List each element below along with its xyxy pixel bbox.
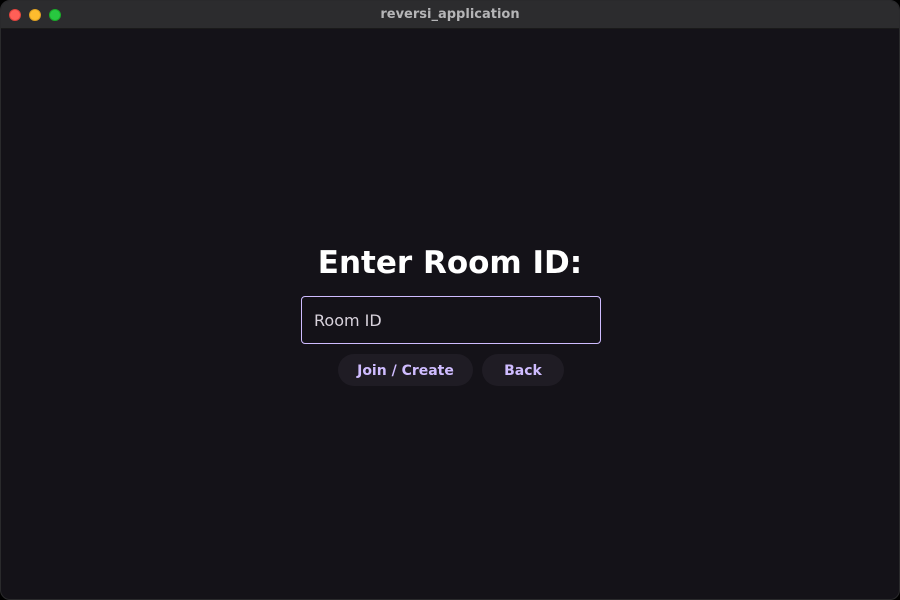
- title-bar[interactable]: reversi_application: [1, 1, 899, 29]
- page-title: Enter Room ID:: [317, 245, 583, 281]
- room-id-input[interactable]: [301, 296, 601, 344]
- main-content: Enter Room ID: Join / Create Back: [1, 29, 899, 599]
- join-create-button[interactable]: Join / Create: [338, 354, 473, 386]
- back-button[interactable]: Back: [482, 354, 564, 386]
- app-window: reversi_application Enter Room ID: Join …: [0, 0, 900, 600]
- window-title: reversi_application: [380, 7, 520, 22]
